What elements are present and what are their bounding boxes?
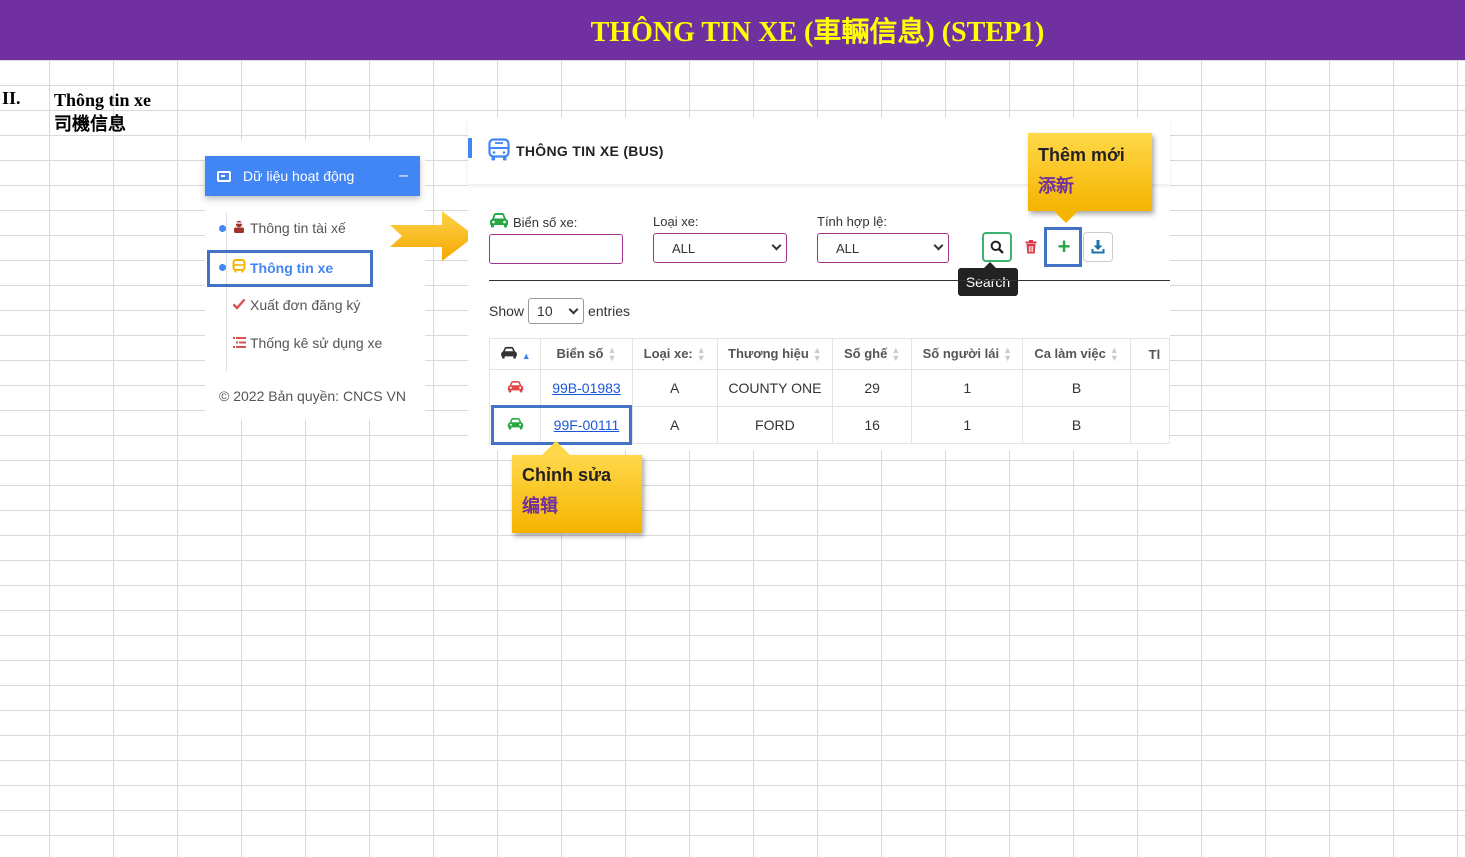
sidebar-header[interactable]: Dữ liệu hoạt động – (205, 156, 420, 196)
sidebar-item-label: Thống kê sử dụng xe (250, 335, 383, 351)
header-accent-bar (468, 138, 472, 158)
validity-filter-value: ALL (836, 240, 860, 256)
search-icon (990, 240, 1004, 254)
seats-cell: 29 (832, 369, 913, 407)
callout-edit: Chỉnh sửa 编辑 (512, 441, 642, 533)
column-header-icon[interactable]: ▲ (489, 338, 542, 370)
collapse-icon[interactable]: – (399, 167, 408, 185)
list-icon (232, 336, 246, 351)
type-cell: A (631, 369, 718, 407)
pointer-arrow-icon (390, 211, 475, 261)
show-label: Show (489, 303, 525, 319)
bus-icon (488, 138, 510, 161)
sort-icon: ▲ ▼ (812, 345, 822, 364)
page-length-select[interactable]: 10 (528, 298, 585, 324)
copyright-text: © 2022 Bản quyền: CNCS VN (219, 388, 406, 404)
seats-cell: 16 (832, 406, 913, 444)
plate-filter-input[interactable] (489, 234, 623, 264)
sort-icon: ▲ ▼ (1003, 345, 1012, 364)
page-length-control: Show 10 entries (489, 298, 630, 324)
car-icon (490, 213, 508, 228)
type-cell: A (631, 406, 718, 444)
truncated-cell (1129, 369, 1170, 407)
sort-icon: ▲ ▼ (891, 345, 901, 364)
car-icon (500, 346, 517, 359)
sidebar-item-export-form[interactable]: Xuất đơn đăng ký (219, 297, 360, 313)
column-header-brand[interactable]: Thương hiệu ▲ ▼ (716, 338, 834, 370)
download-icon (1091, 240, 1105, 254)
driver-icon (232, 220, 246, 236)
chevron-down-icon (933, 240, 944, 251)
sort-icon: ▲ ▼ (696, 345, 706, 364)
callout-edit-line2: 编辑 (522, 496, 558, 516)
type-filter-select[interactable]: ALL (653, 233, 787, 263)
bullet-dot (219, 224, 226, 232)
section-number: II. (2, 88, 21, 108)
validity-filter-label: Tính hợp lệ: (817, 214, 887, 229)
sidebar-item-label: Xuất đơn đăng ký (250, 297, 361, 313)
entries-label: entries (588, 303, 631, 319)
plate-link[interactable]: 99B-01983 (552, 380, 621, 396)
sort-asc-icon: ▲ (521, 350, 531, 361)
callout-edit-line1: Chỉnh sửa (522, 465, 612, 485)
sort-icon: ▲ ▼ (1109, 345, 1119, 364)
trash-icon (1025, 240, 1037, 254)
table-row: 99B-01983 A COUNTY ONE 29 1 B (489, 369, 1170, 407)
sidebar-item-usage-stats[interactable]: Thống kê sử dụng xe (219, 335, 382, 351)
id-card-icon (217, 170, 231, 182)
table-header-row: ▲ Biển số ▲ ▼ Loại xe: ▲ ▼ Thương hiệu ▲ ▼ Số … (489, 338, 1170, 370)
page-length-value: 10 (537, 303, 553, 319)
drivers-cell: 1 (911, 406, 1024, 444)
shift-cell: B (1022, 369, 1131, 407)
brand-cell: COUNTY ONE (716, 369, 834, 407)
page-banner: THÔNG TIN XE (車輛信息) (STEP1) (0, 0, 1465, 60)
plate-cell[interactable]: 99B-01983 (540, 369, 633, 407)
column-header-type[interactable]: Loại xe: ▲ ▼ (631, 338, 718, 370)
sidebar-item-driver-info[interactable]: Thông tin tài xế (219, 220, 346, 236)
highlight-box-edit (491, 405, 632, 445)
chevron-down-icon (568, 304, 579, 315)
section-title: Thông tin xe 司機信息 (54, 88, 151, 136)
callout-add-line2: 添新 (1038, 176, 1074, 196)
validity-filter-select[interactable]: ALL (817, 233, 949, 263)
type-filter-value: ALL (672, 240, 696, 256)
plate-filter-label: Biển số xe: (513, 215, 578, 230)
sort-icon: ▲ ▼ (607, 345, 617, 364)
section-title-zh: 司機信息 (54, 114, 126, 134)
column-header-plate[interactable]: Biển số ▲ ▼ (540, 338, 633, 370)
sidebar-header-label: Dữ liệu hoạt động (243, 168, 355, 184)
search-button[interactable] (982, 232, 1012, 262)
search-tooltip: Search (958, 262, 1018, 296)
brand-cell: FORD (716, 406, 834, 444)
callout-add-new: Thêm mới 添新 (1028, 133, 1152, 223)
check-icon (232, 298, 246, 313)
type-filter-label: Loại xe: (653, 214, 699, 229)
banner-title: THÔNG TIN XE (車輛信息) (STEP1) (590, 17, 1045, 48)
shift-cell: B (1022, 406, 1131, 444)
panel-title: THÔNG TIN XE (BUS) (516, 143, 664, 159)
column-header-truncated[interactable]: Tl (1129, 338, 1170, 370)
callout-add-line1: Thêm mới (1038, 145, 1125, 165)
column-header-seats[interactable]: Số ghế ▲ ▼ (832, 338, 913, 370)
row-icon-cell (489, 369, 542, 407)
export-button[interactable] (1083, 232, 1113, 262)
delete-button[interactable] (1016, 232, 1046, 262)
highlight-box-vehicle-info (207, 250, 373, 287)
column-header-shift[interactable]: Ca làm việc ▲ ▼ (1022, 338, 1131, 370)
car-icon (507, 380, 523, 393)
section-title-vi: Thông tin xe (54, 90, 152, 110)
chevron-down-icon (771, 240, 782, 251)
truncated-cell (1129, 406, 1170, 444)
highlight-box-add (1044, 227, 1082, 267)
sidebar-item-label: Thông tin tài xế (250, 220, 346, 236)
drivers-cell: 1 (911, 369, 1024, 407)
column-header-drivers[interactable]: Số người lái ▲ ▼ (911, 338, 1024, 370)
filter-divider (489, 280, 1170, 281)
